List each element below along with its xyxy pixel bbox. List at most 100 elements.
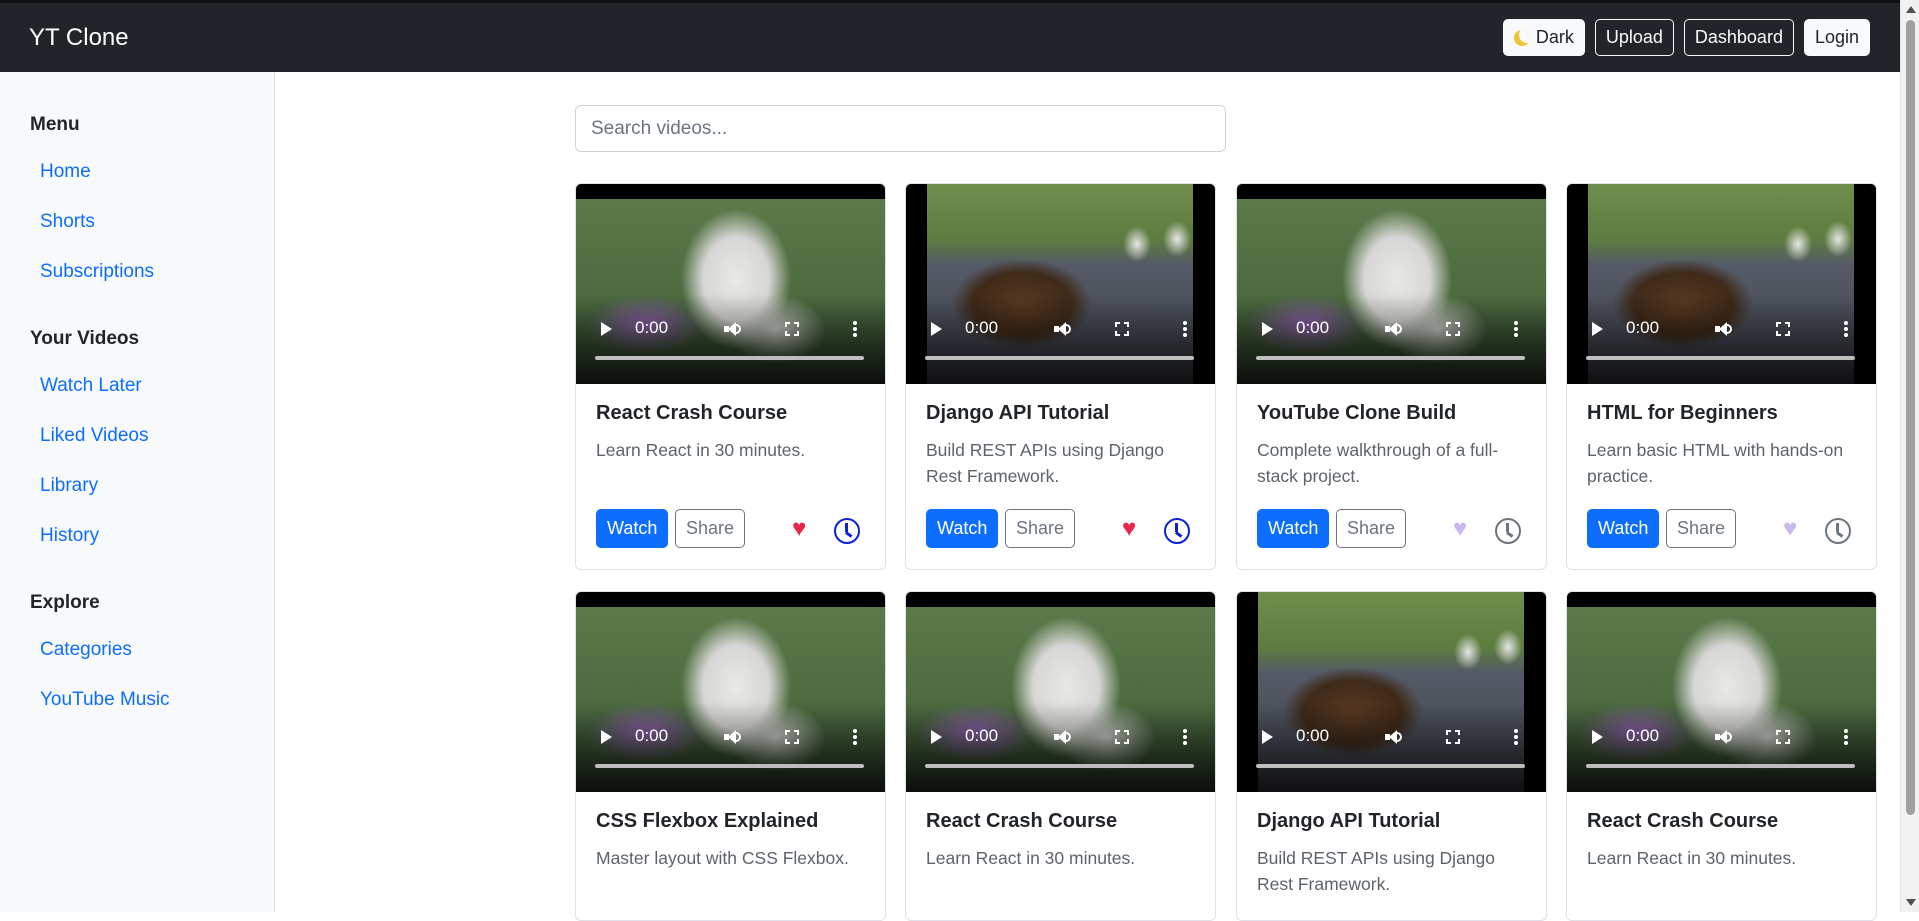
sidebar-item-youtube-music[interactable]: YouTube Music bbox=[40, 689, 170, 711]
sidebar-item-watch-later[interactable]: Watch Later bbox=[40, 375, 142, 397]
more-options-icon[interactable] bbox=[1844, 729, 1848, 745]
scroll-down-arrow-icon[interactable] bbox=[1906, 899, 1916, 906]
like-heart-icon[interactable]: ♥ bbox=[1783, 517, 1797, 541]
volume-icon[interactable] bbox=[1385, 730, 1402, 744]
like-heart-icon[interactable]: ♥ bbox=[792, 517, 806, 541]
video-player[interactable]: 0:00 bbox=[576, 592, 885, 792]
volume-icon[interactable] bbox=[724, 730, 741, 744]
video-progress-bar[interactable] bbox=[595, 356, 864, 360]
video-progress-bar[interactable] bbox=[1256, 764, 1525, 768]
volume-icon[interactable] bbox=[724, 322, 741, 336]
play-icon[interactable] bbox=[931, 322, 942, 336]
fullscreen-icon[interactable] bbox=[1776, 730, 1790, 744]
dark-mode-label: Dark bbox=[1535, 27, 1574, 47]
video-progress-bar[interactable] bbox=[925, 356, 1194, 360]
watch-button[interactable]: Watch bbox=[1257, 509, 1330, 548]
video-title: CSS Flexbox Explained bbox=[596, 810, 819, 832]
card-body: React Crash Course Learn React in 30 min… bbox=[1587, 810, 1856, 871]
volume-icon[interactable] bbox=[1385, 322, 1402, 336]
sidebar-item-home[interactable]: Home bbox=[40, 161, 91, 183]
fullscreen-icon[interactable] bbox=[1446, 322, 1460, 336]
play-icon[interactable] bbox=[1262, 322, 1273, 336]
video-player[interactable]: 0:00 bbox=[576, 184, 885, 384]
video-progress-bar[interactable] bbox=[595, 764, 864, 768]
sidebar-item-subscriptions[interactable]: Subscriptions bbox=[40, 261, 154, 283]
watch-later-clock-icon[interactable] bbox=[1825, 518, 1851, 544]
play-icon[interactable] bbox=[1262, 730, 1273, 744]
sidebar-item-shorts[interactable]: Shorts bbox=[40, 211, 95, 233]
volume-icon[interactable] bbox=[1054, 322, 1071, 336]
more-options-icon[interactable] bbox=[853, 729, 857, 745]
fullscreen-icon[interactable] bbox=[1446, 730, 1460, 744]
watch-button[interactable]: Watch bbox=[926, 509, 999, 548]
fullscreen-icon[interactable] bbox=[785, 730, 799, 744]
fullscreen-icon[interactable] bbox=[1115, 730, 1129, 744]
fullscreen-icon[interactable] bbox=[1115, 322, 1129, 336]
more-options-icon[interactable] bbox=[1183, 321, 1187, 337]
card-body: React Crash Course Learn React in 30 min… bbox=[596, 402, 865, 463]
video-progress-bar[interactable] bbox=[1256, 356, 1525, 360]
video-title: Django API Tutorial bbox=[926, 402, 1110, 424]
video-player[interactable]: 0:00 bbox=[1567, 184, 1876, 384]
share-button[interactable]: Share bbox=[675, 509, 746, 548]
share-button[interactable]: Share bbox=[1336, 509, 1407, 548]
more-options-icon[interactable] bbox=[1514, 321, 1518, 337]
video-progress-bar[interactable] bbox=[925, 764, 1194, 768]
video-player[interactable]: 0:00 bbox=[1237, 184, 1546, 384]
more-options-icon[interactable] bbox=[1514, 729, 1518, 745]
upload-button[interactable]: Upload bbox=[1594, 19, 1674, 56]
dashboard-button[interactable]: Dashboard bbox=[1683, 19, 1794, 56]
navbar-actions: Dark Upload Dashboard Login bbox=[1502, 19, 1870, 56]
share-button[interactable]: Share bbox=[1666, 509, 1737, 548]
watch-button[interactable]: Watch bbox=[1587, 509, 1660, 548]
watch-later-clock-icon[interactable] bbox=[1164, 518, 1190, 544]
login-button[interactable]: Login bbox=[1803, 19, 1870, 56]
search-input[interactable] bbox=[575, 105, 1226, 152]
card-actions: Watch Share ♥ bbox=[596, 509, 866, 549]
watch-later-clock-icon[interactable] bbox=[1495, 518, 1521, 544]
video-player[interactable]: 0:00 bbox=[1237, 592, 1546, 792]
watch-later-clock-icon[interactable] bbox=[834, 518, 860, 544]
fullscreen-icon[interactable] bbox=[1776, 322, 1790, 336]
video-title: React Crash Course bbox=[596, 402, 788, 424]
scroll-up-arrow-icon[interactable] bbox=[1906, 6, 1916, 13]
sidebar-item-history[interactable]: History bbox=[40, 525, 99, 547]
video-controls: 0:00 bbox=[1237, 314, 1546, 344]
play-icon[interactable] bbox=[931, 730, 942, 744]
fullscreen-icon[interactable] bbox=[785, 322, 799, 336]
video-progress-bar[interactable] bbox=[1586, 356, 1855, 360]
watch-button[interactable]: Watch bbox=[596, 509, 669, 548]
volume-icon[interactable] bbox=[1715, 322, 1732, 336]
play-icon[interactable] bbox=[601, 730, 612, 744]
like-heart-icon[interactable]: ♥ bbox=[1122, 517, 1136, 541]
video-player[interactable]: 0:00 bbox=[1567, 592, 1876, 792]
video-title: YouTube Clone Build bbox=[1257, 402, 1457, 424]
share-button[interactable]: Share bbox=[1005, 509, 1076, 548]
volume-icon[interactable] bbox=[1715, 730, 1732, 744]
dark-mode-button[interactable]: Dark bbox=[1502, 19, 1585, 56]
video-description: Learn React in 30 minutes. bbox=[1587, 848, 1797, 868]
page-scrollbar[interactable] bbox=[1900, 0, 1919, 912]
video-card: 0:00 Django API Tutorial Build REST APIs… bbox=[905, 183, 1216, 570]
brand-logo[interactable]: YT Clone bbox=[29, 24, 129, 52]
play-icon[interactable] bbox=[601, 322, 612, 336]
video-player[interactable]: 0:00 bbox=[906, 184, 1215, 384]
video-description: Complete walkthrough of a full-stack pro… bbox=[1257, 440, 1499, 486]
sidebar-item-library[interactable]: Library bbox=[40, 475, 98, 497]
play-icon[interactable] bbox=[1592, 730, 1603, 744]
card-body: HTML for Beginners Learn basic HTML with… bbox=[1587, 402, 1856, 489]
video-progress-bar[interactable] bbox=[1586, 764, 1855, 768]
video-player[interactable]: 0:00 bbox=[906, 592, 1215, 792]
video-time: 0:00 bbox=[635, 318, 669, 337]
more-options-icon[interactable] bbox=[1844, 321, 1848, 337]
volume-icon[interactable] bbox=[1054, 730, 1071, 744]
more-options-icon[interactable] bbox=[853, 321, 857, 337]
like-heart-icon[interactable]: ♥ bbox=[1453, 517, 1467, 541]
scrollbar-thumb[interactable] bbox=[1906, 20, 1915, 815]
more-options-icon[interactable] bbox=[1183, 729, 1187, 745]
sidebar-item-liked-videos[interactable]: Liked Videos bbox=[40, 425, 148, 447]
sidebar-item-categories[interactable]: Categories bbox=[40, 639, 132, 661]
play-icon[interactable] bbox=[1592, 322, 1603, 336]
sidebar: Menu Home Shorts Subscriptions Your Vide… bbox=[0, 72, 275, 912]
video-title: HTML for Beginners bbox=[1587, 402, 1778, 424]
